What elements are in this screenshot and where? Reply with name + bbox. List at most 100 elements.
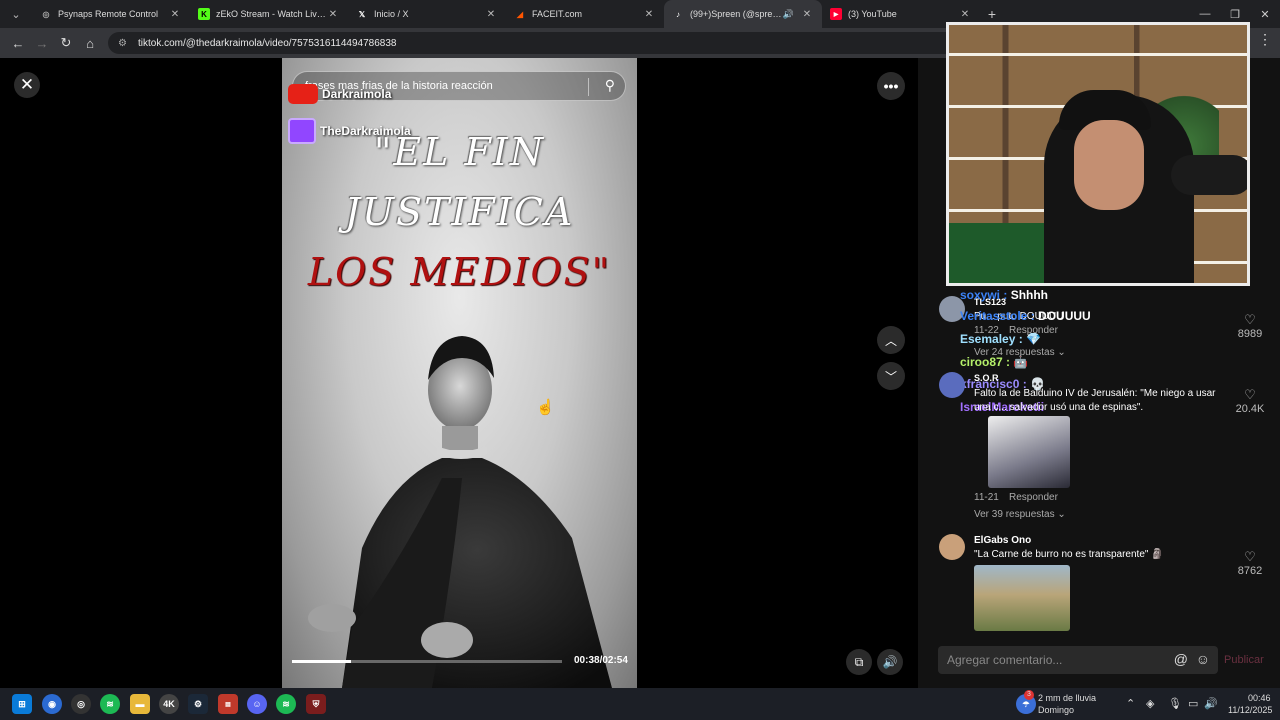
comment-username[interactable]: S.O.R — [974, 373, 999, 383]
tab-tiktok[interactable]: ♪ (99+)Spreen (@spreenbro 🔊 ✕ — [664, 0, 822, 28]
close-icon[interactable]: ✕ — [14, 72, 40, 98]
reply-button[interactable]: Responder — [1009, 492, 1058, 503]
chat-line: soxywi : Shhhh — [960, 288, 1049, 302]
new-tab-button[interactable]: + — [980, 6, 1004, 22]
file-explorer-icon[interactable]: ▬ — [130, 694, 150, 714]
back-icon[interactable]: ← — [6, 31, 30, 55]
youtube-channel-name: Darkraimola — [322, 87, 392, 101]
tab-title: FACEIT.com — [532, 9, 583, 19]
globe-icon: ◎ — [42, 9, 50, 19]
network-tray-icon[interactable]: ◈ — [1146, 697, 1154, 710]
youtube-channel-logo: Darkraimola — [288, 84, 391, 104]
display-tray-icon[interactable]: ▭ — [1188, 697, 1198, 710]
avatar[interactable] — [939, 372, 965, 398]
weather-badge: 3 — [1024, 690, 1034, 700]
discord-icon[interactable]: ☺ — [247, 694, 267, 714]
like-button[interactable]: ♡ 8762 — [1233, 549, 1267, 577]
close-window-icon[interactable]: ✕ — [1250, 0, 1280, 28]
chat-line: ciroo87 : 🤖 — [960, 355, 1029, 369]
previous-video-icon[interactable]: ︿ — [877, 326, 905, 354]
like-button[interactable]: ♡ 20.4K — [1233, 387, 1267, 415]
streamer-webcam-overlay — [946, 22, 1250, 286]
comment-image-thumbnail[interactable] — [988, 416, 1070, 488]
quote-line-2: JUSTIFICA — [344, 190, 575, 234]
heart-icon: ♡ — [1244, 387, 1256, 402]
4k-app-icon[interactable]: 4K — [159, 694, 179, 714]
chrome-alt-icon[interactable]: ◎ — [71, 694, 91, 714]
next-video-icon[interactable]: ﹀ — [877, 362, 905, 390]
app-icon[interactable]: ▤ — [218, 694, 238, 714]
close-tab-icon[interactable]: ✕ — [168, 9, 182, 20]
avatar[interactable] — [939, 534, 965, 560]
tab-psynaps[interactable]: ◎ Psynaps Remote Control ✕ — [32, 0, 190, 28]
chat-line: Veritasstole : DOUUUU — [960, 309, 1091, 323]
clock-date[interactable]: 11/12/2025 — [1228, 705, 1272, 715]
tiktok-icon: ♪ — [676, 9, 680, 19]
mention-icon[interactable]: @ — [1174, 651, 1188, 667]
search-icon[interactable]: ⚲ — [605, 77, 615, 94]
robot-icon: 🤖 — [1013, 355, 1029, 369]
tab-search-chevron-icon[interactable]: ⌄ — [4, 2, 28, 26]
windows-start-icon[interactable]: ⊞ — [12, 694, 32, 714]
chat-line: Esemaley : 💎 — [960, 332, 1041, 346]
like-count: 20.4K — [1235, 403, 1265, 415]
microphone-icon — [1171, 155, 1247, 195]
moai-icon: 🗿 — [1151, 549, 1164, 560]
like-button[interactable]: ♡ 8989 — [1233, 312, 1267, 340]
comment-image-thumbnail[interactable] — [974, 565, 1070, 631]
forward-icon[interactable]: → — [30, 31, 54, 55]
more-options-icon[interactable]: ••• — [877, 72, 905, 100]
speaker-icon[interactable]: 🔊 — [783, 9, 794, 20]
heart-icon: ♡ — [1244, 312, 1256, 327]
steam-icon[interactable]: ⚙ — [188, 694, 208, 714]
site-info-icon[interactable]: ⚙ — [118, 38, 132, 49]
tab-x[interactable]: 𝕏 Inicio / X ✕ — [348, 0, 506, 28]
microphone-tray-icon[interactable]: 🎙 — [1168, 697, 1182, 710]
tab-kick[interactable]: K zEkO Stream - Watch Live on K ✕ — [190, 0, 348, 28]
x-icon: 𝕏 — [358, 9, 366, 19]
comment-text: "La Carne de burro no es transparente" 🗿 — [974, 549, 1164, 560]
video-progress-bar[interactable] — [292, 660, 562, 663]
weather-text[interactable]: 2 mm de lluvia — [1038, 693, 1096, 703]
clock-time[interactable]: 00:46 — [1248, 693, 1271, 703]
weather-subtext: Domingo — [1038, 705, 1075, 715]
comment-input-placeholder: Agregar comentario... — [947, 653, 1063, 667]
video-player[interactable]: frases mas frias de la historia reacción… — [282, 58, 637, 688]
picture-in-picture-icon[interactable]: ⧉ — [846, 649, 872, 675]
comment-username[interactable]: ElGabs Ono — [974, 535, 1031, 546]
browser-menu-icon[interactable]: ⋮ — [1258, 31, 1272, 48]
tray-chevron-icon[interactable]: ⌃ — [1126, 697, 1135, 710]
comment-text: Falto la de Balduino IV de Jerusalén: "M… — [974, 388, 1216, 413]
home-icon[interactable]: ⌂ — [78, 31, 102, 55]
youtube-icon — [288, 84, 318, 104]
chrome-icon[interactable]: ◉ — [42, 694, 62, 714]
like-count: 8989 — [1237, 328, 1263, 340]
reload-icon[interactable]: ↻ — [54, 31, 78, 55]
tab-title: zEkO Stream - Watch Live on K — [216, 9, 326, 19]
comment-date: 11-21 — [974, 492, 999, 503]
tab-faceit[interactable]: ◢ FACEIT.com ✕ — [506, 0, 664, 28]
tab-title: Inicio / X — [374, 9, 409, 19]
spotify-icon[interactable]: ≋ — [100, 694, 120, 714]
mouse-cursor-icon: ☝ — [536, 399, 555, 416]
youtube-icon: ▶ — [830, 8, 842, 20]
publish-button[interactable]: Publicar — [1224, 654, 1264, 666]
see-replies-link[interactable]: Ver 39 respuestas ⌄ — [974, 509, 1066, 520]
video-timecode: 00:38/02:54 — [574, 655, 628, 666]
emoji-icon[interactable]: ☺ — [1196, 651, 1210, 667]
like-count: 8762 — [1237, 565, 1263, 577]
close-tab-icon[interactable]: ✕ — [326, 9, 340, 20]
spotify-icon[interactable]: ≋ — [276, 694, 296, 714]
shield-icon[interactable]: ⛨ — [306, 694, 326, 714]
video-progress-fill — [292, 660, 352, 663]
close-tab-icon[interactable]: ✕ — [642, 9, 656, 20]
close-tab-icon[interactable]: ✕ — [958, 9, 972, 20]
close-tab-icon[interactable]: ✕ — [800, 9, 814, 20]
close-tab-icon[interactable]: ✕ — [484, 9, 498, 20]
comment-input[interactable]: Agregar comentario... @ ☺ — [938, 646, 1218, 674]
faceit-icon: ◢ — [516, 9, 524, 19]
volume-icon[interactable]: 🔊 — [877, 649, 903, 675]
tiktok-page: ✕ frases mas frias de la historia reacci… — [0, 58, 918, 688]
quote-line-1: "EL FIN — [373, 130, 546, 174]
volume-tray-icon[interactable]: 🔊 — [1204, 697, 1218, 710]
